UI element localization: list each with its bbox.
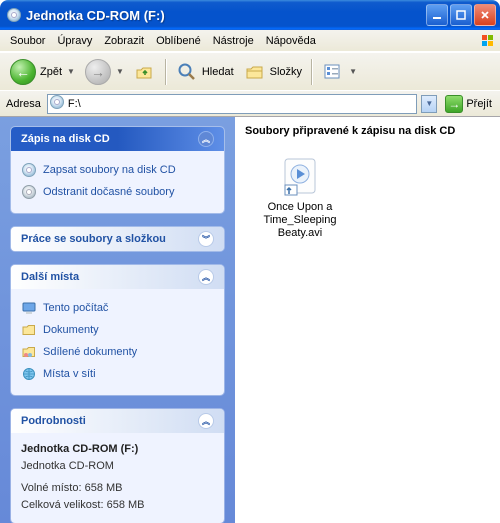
toolbar: ← Zpět ▼ → ▼ Hledat Složky ▼ [0, 52, 500, 90]
delete-temp-link[interactable]: Odstranit dočasné soubory [21, 181, 214, 203]
cd-write-icon [21, 162, 37, 178]
documents-link[interactable]: Dokumenty [21, 319, 214, 341]
panel-details-header[interactable]: Podrobnosti ︽ [11, 409, 224, 433]
back-button[interactable]: ← Zpět ▼ [6, 57, 79, 87]
file-list-pane[interactable]: Soubory připravené k zápisu na disk CD O… [235, 117, 500, 523]
views-icon [322, 61, 344, 83]
menu-help[interactable]: Nápověda [260, 33, 322, 49]
menu-tools[interactable]: Nástroje [207, 33, 260, 49]
windows-flag-icon [479, 32, 497, 50]
window-title: Jednotka CD-ROM (F:) [26, 8, 426, 23]
menu-edit[interactable]: Úpravy [51, 33, 98, 49]
address-dropdown[interactable]: ▼ [421, 95, 437, 113]
video-file-icon [279, 155, 321, 197]
panel-places-header[interactable]: Další místa ︽ [11, 265, 224, 289]
collapse-icon: ︽ [198, 413, 214, 429]
folder-up-icon [134, 61, 156, 83]
details-free: Volné místo: 658 MB [21, 480, 214, 497]
maximize-button[interactable] [450, 4, 472, 26]
network-icon [21, 366, 37, 382]
file-label: Once Upon a Time_Sleeping Beaty.avi [257, 201, 343, 241]
panel-file-tasks-header[interactable]: Práce se soubory a složkou ︾ [11, 227, 224, 251]
collapse-icon: ︽ [198, 269, 214, 285]
cd-drive-icon [6, 7, 22, 23]
menu-favorites[interactable]: Oblíbené [150, 33, 207, 49]
folders-button[interactable]: Složky [240, 59, 306, 85]
computer-icon [21, 300, 37, 316]
minimize-button[interactable] [426, 4, 448, 26]
folders-icon [244, 61, 266, 83]
expand-icon: ︾ [198, 231, 214, 247]
collapse-icon: ︽ [198, 131, 214, 147]
address-label: Adresa [4, 98, 43, 110]
cd-delete-icon [21, 184, 37, 200]
go-button[interactable]: → Přejít [441, 94, 496, 114]
write-to-cd-link[interactable]: Zapsat soubory na disk CD [21, 159, 214, 181]
folder-icon [21, 322, 37, 338]
address-field[interactable] [47, 94, 417, 114]
panel-cd-write-header[interactable]: Zápis na disk CD ︽ [11, 127, 224, 151]
network-places-link[interactable]: Místa v síti [21, 363, 214, 385]
shared-docs-link[interactable]: Sdílené dokumenty [21, 341, 214, 363]
section-header: Soubory připravené k zápisu na disk CD [245, 123, 490, 141]
titlebar: Jednotka CD-ROM (F:) [0, 0, 500, 30]
details-name: Jednotka CD-ROM (F:) [21, 441, 214, 458]
address-input[interactable] [68, 96, 414, 112]
menu-view[interactable]: Zobrazit [98, 33, 150, 49]
details-total: Celková velikost: 658 MB [21, 497, 214, 514]
menubar: Soubor Úpravy Zobrazit Oblíbené Nástroje… [0, 30, 500, 52]
details-type: Jednotka CD-ROM [21, 458, 214, 475]
menu-file[interactable]: Soubor [4, 33, 51, 49]
file-item[interactable]: Once Upon a Time_Sleeping Beaty.avi [255, 149, 345, 247]
close-button[interactable] [474, 4, 496, 26]
shared-folder-icon [21, 344, 37, 360]
up-button[interactable] [130, 59, 160, 85]
go-arrow-icon: → [445, 95, 463, 113]
my-computer-link[interactable]: Tento počítač [21, 297, 214, 319]
addressbar: Adresa ▼ → Přejít [0, 90, 500, 116]
search-button[interactable]: Hledat [172, 59, 238, 85]
search-icon [176, 61, 198, 83]
cd-drive-icon [50, 95, 64, 112]
views-button[interactable]: ▼ [318, 59, 361, 85]
forward-button[interactable]: → ▼ [81, 57, 128, 87]
tasks-pane: Zápis na disk CD ︽ Zapsat soubory na dis… [0, 117, 235, 523]
